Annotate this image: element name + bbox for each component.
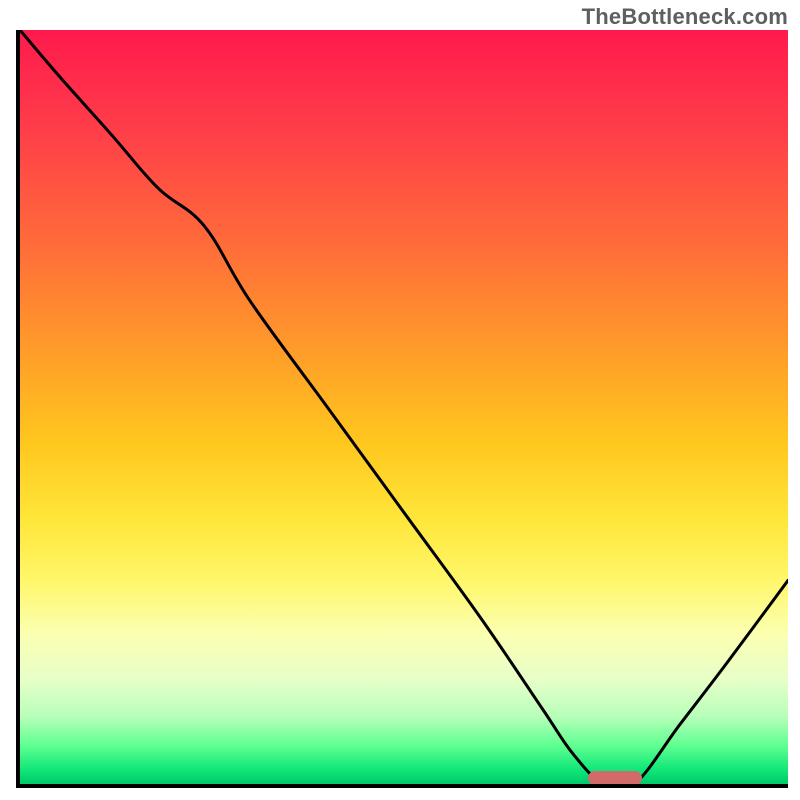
bottleneck-curve [20,30,788,788]
optimal-range-marker [588,771,642,785]
chart-container: TheBottleneck.com [0,0,800,800]
curve-layer [20,30,788,784]
plot-area [16,30,788,788]
watermark-text: TheBottleneck.com [582,4,788,30]
